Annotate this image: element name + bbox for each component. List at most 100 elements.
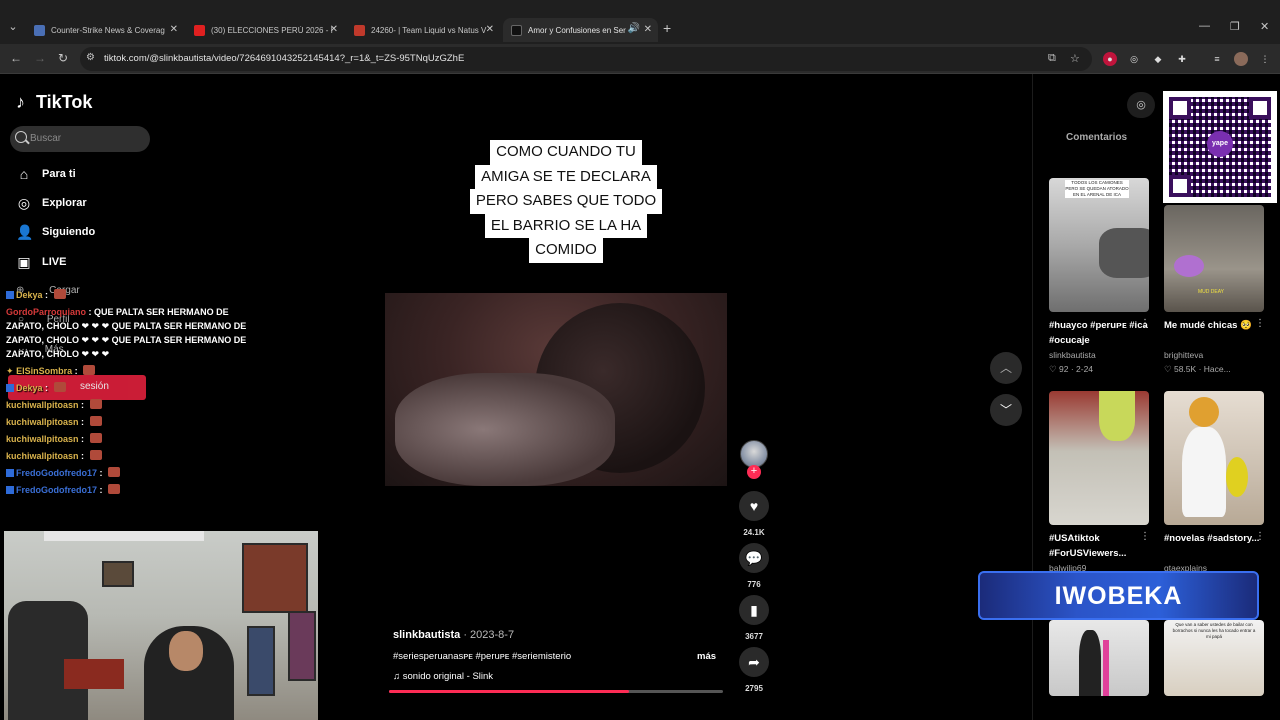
emote-icon	[89, 399, 102, 409]
iwobeka-banner: IWOBEKA	[978, 571, 1259, 620]
close-icon[interactable]: ✕	[644, 24, 652, 35]
favicon-icon	[34, 24, 45, 36]
more-options-icon[interactable]: ⋮	[1255, 531, 1265, 542]
video-thumbnail[interactable]	[1049, 620, 1149, 696]
emote-icon	[53, 382, 66, 392]
thumbnail-stats: ♡ 92 · 2-24	[1049, 364, 1094, 374]
more-options-icon[interactable]: ⋮	[1255, 318, 1265, 329]
live-icon: ▣	[17, 254, 31, 270]
yape-logo: yape	[1207, 131, 1233, 157]
chat-message: Dekya :	[6, 381, 256, 395]
search-input[interactable]: Buscar	[10, 126, 150, 152]
search-icon	[15, 131, 27, 143]
new-tab-icon[interactable]: +	[663, 20, 671, 36]
nav-para-ti[interactable]: ⌂ Para ti	[16, 166, 76, 182]
video-thumbnail[interactable]	[1164, 391, 1264, 525]
tab-search-icon[interactable]: ⌄	[4, 18, 22, 36]
chat-message: ✦ ElSinSombra :	[6, 364, 256, 378]
emote-icon	[108, 467, 121, 477]
thumbnail-title[interactable]: #novelas #sadstory...	[1164, 531, 1264, 546]
url-text[interactable]: tiktok.com/@slinkbautista/video/72646910…	[104, 53, 464, 64]
profile-avatar[interactable]	[1234, 52, 1248, 66]
video-thumbnail[interactable]: Que van a saber ustedes de bailar con bo…	[1164, 620, 1264, 696]
back-icon[interactable]: ←	[10, 51, 22, 65]
search-placeholder: Buscar	[30, 133, 62, 144]
chat-message: Dekya :	[6, 288, 256, 302]
panel-toggle-icon[interactable]: ◎	[1127, 92, 1155, 118]
video-progress-bar[interactable]	[389, 690, 723, 693]
yape-qr-code: yape	[1163, 91, 1277, 203]
install-icon[interactable]: ⧉	[1048, 52, 1056, 65]
forward-icon[interactable]: →	[34, 51, 46, 65]
more-options-icon[interactable]: ⋮	[1140, 531, 1150, 542]
extension-icon[interactable]: ●	[1103, 52, 1117, 66]
bookmark-icon: ▮	[750, 602, 758, 618]
next-video-button[interactable]: ﹀	[990, 394, 1022, 426]
media-icon[interactable]: ≡	[1210, 52, 1224, 66]
bookmark-star-icon[interactable]: ☆	[1070, 52, 1080, 65]
nav-live[interactable]: ▣ LIVE	[16, 254, 66, 270]
author-avatar[interactable]	[740, 440, 768, 468]
tab-team-liquid[interactable]: 24260- | Team Liquid vs Natus V ✕	[346, 18, 500, 42]
panel-divider	[1032, 74, 1033, 720]
close-icon[interactable]: ✕	[486, 24, 494, 35]
thumbnail-title[interactable]: #huayco #peruᴘᴇ #ica #ocucaje	[1049, 318, 1149, 348]
video-thumbnail[interactable]	[1049, 391, 1149, 525]
like-button[interactable]: ♥	[739, 491, 769, 521]
close-icon[interactable]: ✕	[170, 24, 178, 35]
comment-button[interactable]: 💬	[739, 543, 769, 573]
tiktok-logo[interactable]: ♪ TikTok	[16, 92, 92, 113]
tab-tiktok-active[interactable]: Amor y Confusiones en Ser 🔊 ✕	[503, 18, 658, 42]
tab-counter-strike[interactable]: Counter-Strike News & Coverag ✕	[26, 18, 184, 42]
chat-message: FredoGodofredo17 :	[6, 466, 256, 480]
progress-fill	[389, 690, 630, 693]
share-button[interactable]: ➦	[739, 647, 769, 677]
follow-plus-icon[interactable]: +	[747, 465, 761, 479]
close-icon[interactable]: ✕	[330, 24, 338, 35]
compass-icon: ◎	[17, 195, 31, 211]
video-sound[interactable]: ♫ sonido original - Slink	[393, 671, 493, 682]
favicon-icon	[354, 24, 365, 36]
more-button[interactable]: más	[697, 651, 716, 662]
browser-tab-bar: ⌄ Counter-Strike News & Coverag ✕ (30) E…	[0, 0, 1280, 44]
address-bar[interactable]: ⚙ tiktok.com/@slinkbautista/video/726469…	[80, 47, 1092, 71]
save-count: 3677	[745, 632, 763, 641]
more-options-icon[interactable]: ⋮	[1140, 318, 1150, 329]
video-author[interactable]: slinkbautista · 2023-8-7	[393, 629, 514, 641]
previous-video-button[interactable]: ︿	[990, 352, 1022, 384]
chat-message: FredoGodofredo17 :	[6, 483, 256, 497]
nav-explorar[interactable]: ◎ Explorar	[16, 195, 87, 211]
thumbnail-stats: ♡ 58.5K · Hace...	[1164, 364, 1231, 374]
video-hashtags[interactable]: #seriesperuanasᴘᴇ #peruᴘᴇ #seriemisterio	[393, 651, 571, 662]
close-window-icon[interactable]: ✕	[1260, 20, 1269, 33]
puzzle-icon[interactable]: ✚	[1175, 52, 1189, 66]
reload-icon[interactable]: ↻	[58, 51, 68, 65]
tab-elecciones[interactable]: (30) ELECCIONES PERÚ 2026 - I ✕	[186, 18, 344, 42]
comment-icon: 💬	[745, 550, 763, 566]
chat-message: kuchiwallpitoasn :	[6, 449, 256, 463]
thumbnail-title[interactable]: Me mudé chicas 🥺	[1164, 318, 1264, 333]
stream-chat: Dekya : GordoParroquiano : QUE PALTA SER…	[6, 288, 256, 497]
site-info-icon[interactable]: ⚙	[86, 52, 95, 63]
extension-icon[interactable]: ◎	[1127, 52, 1141, 66]
more-menu-icon[interactable]: ⋮	[1258, 52, 1272, 66]
youtube-icon	[194, 24, 205, 36]
comment-count: 776	[747, 580, 761, 589]
tab-comentarios[interactable]: Comentarios	[1066, 132, 1127, 143]
save-button[interactable]: ▮	[739, 595, 769, 625]
emote-icon	[108, 484, 121, 494]
chat-message: kuchiwallpitoasn :	[6, 415, 256, 429]
video-thumbnail[interactable]: MUD DEAY	[1164, 205, 1264, 312]
thumbnail-title[interactable]: #USAtiktok #ForUSViewers...	[1049, 531, 1149, 561]
nav-siguiendo[interactable]: 👤 Siguiendo	[16, 224, 95, 240]
speaker-icon[interactable]: 🔊	[628, 23, 640, 34]
extension-icon[interactable]: ◆	[1151, 52, 1165, 66]
maximize-icon[interactable]: ❐	[1230, 20, 1240, 33]
badge-icon	[6, 486, 14, 494]
video-player[interactable]	[385, 293, 727, 486]
like-count: 24.1K	[743, 528, 765, 537]
home-icon: ⌂	[19, 166, 29, 182]
minimize-icon[interactable]: —	[1199, 20, 1210, 32]
heart-icon: ♥	[749, 498, 759, 514]
video-thumbnail[interactable]: TODOS LOS CAMIONES PERO SE QUEDAN ATORAD…	[1049, 178, 1149, 312]
